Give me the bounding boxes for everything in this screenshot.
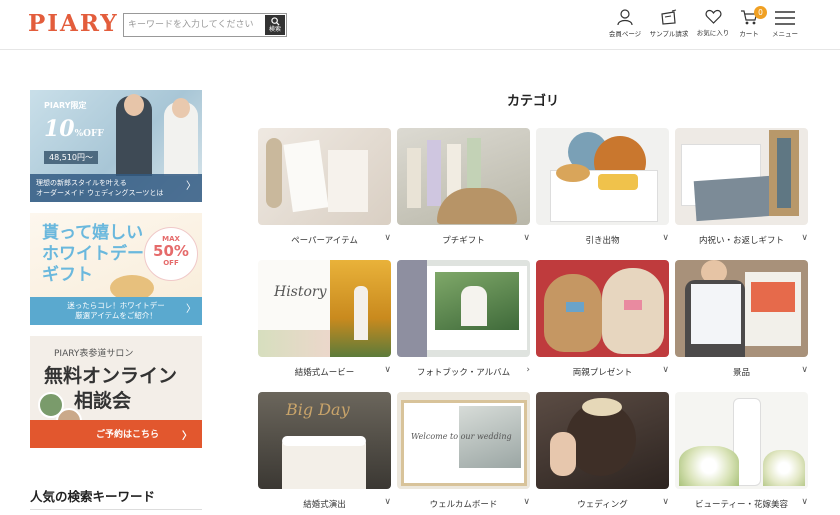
sample-box-icon xyxy=(661,9,677,25)
category-image: Welcome to our wedding xyxy=(397,392,530,489)
chevron-right-icon: 〉 xyxy=(186,304,196,315)
category-beauty[interactable]: ビューティー・花嫁美容 ∨ xyxy=(675,392,808,510)
chevron-down-icon: ∨ xyxy=(384,233,391,243)
search-box: 検索 xyxy=(123,13,287,37)
category-wedding-effects[interactable]: Big Day 結婚式演出 ∨ xyxy=(258,392,391,510)
divider xyxy=(30,509,202,510)
category-petit-gift[interactable]: プチギフト ∨ xyxy=(397,128,530,246)
chevron-down-icon: ∨ xyxy=(662,497,669,507)
category-title: カテゴリ xyxy=(507,94,560,109)
cart-label: カート xyxy=(739,30,759,38)
search-input[interactable] xyxy=(128,16,266,34)
reservation-button[interactable]: ご予約はこちら 〉 xyxy=(30,420,202,448)
chevron-down-icon: ∨ xyxy=(801,497,808,507)
category-image xyxy=(397,260,530,357)
cart-link[interactable]: 0 カート xyxy=(736,6,767,43)
sample-request-link[interactable]: サンプル請求 xyxy=(647,9,691,43)
category-image xyxy=(675,128,808,225)
category-image xyxy=(536,392,669,489)
search-button-label: 検索 xyxy=(268,26,281,33)
chevron-down-icon: ∨ xyxy=(801,365,808,375)
cart-count-badge: 0 xyxy=(754,6,767,19)
search-button[interactable]: 検索 xyxy=(265,15,285,35)
category-image xyxy=(536,128,669,225)
user-icon xyxy=(617,9,633,26)
member-page-link[interactable]: 会員ページ xyxy=(606,9,644,43)
max-discount-badge: MAX 50% OFF xyxy=(144,227,198,281)
salon-label: PIARY表参道サロン xyxy=(54,349,134,359)
chevron-right-icon: 〉 xyxy=(186,181,196,192)
chevron-down-icon: ∨ xyxy=(801,233,808,243)
category-image xyxy=(675,392,808,489)
popular-keywords-title: 人気の検索キーワード xyxy=(30,489,156,504)
category-wedding-accessory[interactable]: ウェディング ∨ xyxy=(536,392,669,510)
site-logo[interactable]: PIARY xyxy=(28,10,119,37)
chevron-right-icon: 〉 xyxy=(182,431,192,442)
chevron-down-icon: ∨ xyxy=(384,365,391,375)
category-return-gift[interactable]: 内祝い・お返しギフト ∨ xyxy=(675,128,808,246)
category-welcome-board[interactable]: Welcome to our wedding ウェルカムボード ∨ xyxy=(397,392,530,510)
banner-headline: 無料オンライン xyxy=(44,365,178,387)
menu-label: メニュー xyxy=(772,30,798,38)
wedding-suit-banner[interactable]: PIARY限定 10%OFF 48,510円〜 理想の新郎スタイルを叶える オー… xyxy=(30,90,202,202)
favorite-label: お気に入り xyxy=(696,29,730,37)
sample-request-label: サンプル請求 xyxy=(649,30,689,38)
category-hikidemono[interactable]: 引き出物 ∨ xyxy=(536,128,669,246)
favorite-link[interactable]: お気に入り xyxy=(694,9,732,43)
category-paper-items[interactable]: ペーパーアイテム ∨ xyxy=(258,128,391,246)
chevron-down-icon: ∨ xyxy=(662,233,669,243)
online-consultation-banner[interactable]: PIARY表参道サロン 無料オンライン 相談会 ご予約はこちら 〉 xyxy=(30,336,202,448)
chevron-down-icon: ∨ xyxy=(384,497,391,507)
chevron-down-icon: ∨ xyxy=(662,365,669,375)
member-page-label: 会員ページ xyxy=(608,30,642,38)
category-photobook[interactable]: フォトブック・アルバム › xyxy=(397,260,530,378)
category-image xyxy=(536,260,669,357)
white-day-gift-banner[interactable]: 貰って嬉しい ホワイトデー ギフト MAX 50% OFF 迷ったらコレ！ホワイ… xyxy=(30,213,202,325)
groom-figure xyxy=(116,94,152,176)
discount-label: 10%OFF xyxy=(44,116,104,142)
category-wedding-movie[interactable]: History 結婚式ムービー ∨ xyxy=(258,260,391,378)
banner-subheadline: 相談会 xyxy=(74,390,132,412)
banner-caption: 理想の新郎スタイルを叶える オーダーメイド ウェディングスーツとは 〉 xyxy=(30,174,202,202)
bride-figure xyxy=(164,98,198,176)
category-image xyxy=(675,260,808,357)
menu-button[interactable]: メニュー xyxy=(770,9,800,43)
chevron-down-icon: ∨ xyxy=(523,497,530,507)
hamburger-menu-icon xyxy=(775,11,795,25)
category-image: History xyxy=(258,260,391,357)
category-prizes[interactable]: 景品 ∨ xyxy=(675,260,808,378)
category-image: Big Day xyxy=(258,392,391,489)
price-label: 48,510円〜 xyxy=(44,151,98,164)
chevron-right-icon: › xyxy=(526,365,530,375)
category-image xyxy=(258,128,391,225)
banner-tag: PIARY限定 xyxy=(44,101,87,110)
category-parents-present[interactable]: 両親プレゼント ∨ xyxy=(536,260,669,378)
search-icon xyxy=(270,17,280,26)
heart-icon xyxy=(705,9,721,24)
category-image xyxy=(397,128,530,225)
site-header: PIARY 検索 会員ページ サンプル請求 お気に入り 0 カート メニュー xyxy=(0,0,840,50)
chevron-down-icon: ∨ xyxy=(523,233,530,243)
banner-caption: 迷ったらコレ！ホワイトデー 厳選アイテムをご紹介！ 〉 xyxy=(30,297,202,325)
